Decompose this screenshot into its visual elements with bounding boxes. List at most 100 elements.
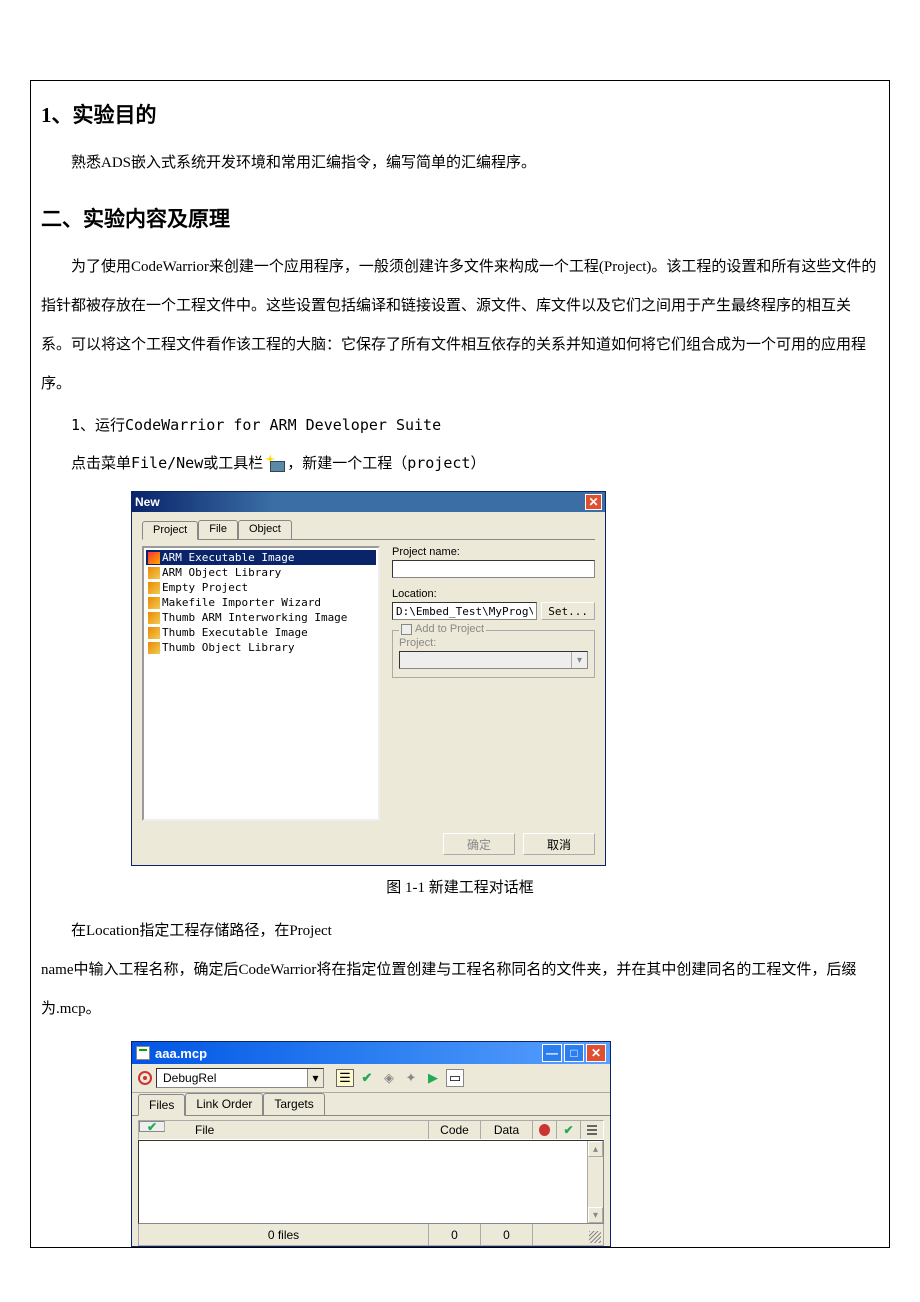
chevron-down-icon: ▾ [571,652,587,668]
status-file-count: 0 files [139,1224,429,1245]
dialog-title: New [135,495,160,509]
touch-icon: ✔ [563,1123,573,1137]
list-item-label: ARM Object Library [162,566,281,579]
list-item[interactable]: Thumb ARM Interworking Image [146,610,376,625]
set-button[interactable]: Set... [541,602,595,620]
project-window: aaa.mcp — □ ✕ DebugRel ▾ ☰ ✔ ◈ ✦ ▶ [131,1041,611,1247]
header-code[interactable]: Code [429,1121,481,1139]
template-icon [148,567,160,579]
maximize-icon[interactable]: □ [564,1044,584,1062]
tab-project[interactable]: Project [142,521,198,540]
minimize-icon[interactable]: — [542,1044,562,1062]
scroll-down-icon[interactable]: ▾ [588,1207,603,1223]
list-item[interactable]: Thumb Executable Image [146,625,376,640]
target-select[interactable]: DebugRel ▾ [156,1068,324,1088]
heading-content: 二、实验内容及原理 [41,203,879,233]
menu-icon [587,1125,597,1135]
new-dialog: New ✕ Project File Object ARM Executable… [131,491,606,866]
project-name-input[interactable] [392,560,595,578]
list-item[interactable]: ARM Object Library [146,565,376,580]
document-page: 1、实验目的 熟悉ADS嵌入式系统开发环境和常用汇编指令，编写简单的汇编程序。 … [30,80,890,1248]
status-data-size: 0 [481,1224,533,1245]
project-window-title: aaa.mcp [155,1046,207,1061]
status-bar: 0 files 0 0 [138,1224,604,1246]
template-icon [148,552,160,564]
dialog-body: Project File Object ARM Executable Image… [132,512,605,865]
list-item[interactable]: Makefile Importer Wizard [146,595,376,610]
check-syntax-icon[interactable]: ✔ [358,1069,376,1087]
build-icon[interactable]: ◈ [380,1069,398,1087]
close-icon[interactable]: ✕ [585,494,602,510]
step1-text-a: 点击菜单File/New或工具栏 [71,445,263,481]
add-to-project-checkbox [401,624,412,635]
heading-purpose: 1、实验目的 [41,99,879,129]
header-menu[interactable] [581,1121,603,1139]
status-code-size: 0 [429,1224,481,1245]
tab-files[interactable]: Files [138,1094,185,1116]
header-checkmark[interactable]: ✔ [139,1121,165,1132]
list-item-label: Thumb Executable Image [162,626,308,639]
project-select-combo: ▾ [399,651,588,669]
scrollbar[interactable]: ▴ ▾ [587,1141,603,1223]
figure-caption-1-1: 图 1-1 新建工程对话框 [41,876,879,897]
new-file-icon [265,454,285,472]
list-item-label: Makefile Importer Wizard [162,596,321,609]
step1-text-b: ，新建一个工程（project） [287,445,485,481]
header-data[interactable]: Data [481,1121,533,1139]
header-touch[interactable]: ✔ [557,1121,581,1139]
location-instruction-b: name中输入工程名称，确定后CodeWarrior将在指定位置创建与工程名称同… [41,951,879,1029]
project-name-label: Project name: [392,546,595,558]
tab-link-order[interactable]: Link Order [185,1093,263,1115]
dialog-tabs: Project File Object [142,520,595,540]
project-toolbar: DebugRel ▾ ☰ ✔ ◈ ✦ ▶ ▭ [132,1064,610,1093]
template-icon [148,642,160,654]
list-item-label: Thumb ARM Interworking Image [162,611,347,624]
dialog-titlebar[interactable]: New ✕ [132,492,605,512]
template-icon [148,582,160,594]
run-icon[interactable]: ▶ [424,1069,442,1087]
header-file[interactable]: File [165,1121,429,1139]
list-item-label: Empty Project [162,581,248,594]
file-list-header: ✔ File Code Data ✔ [138,1120,604,1140]
cancel-button[interactable]: 取消 [523,833,595,855]
tab-file[interactable]: File [198,520,238,539]
project-inspector-icon[interactable]: ▭ [446,1069,464,1087]
target-selected-value: DebugRel [163,1071,216,1085]
make-icon[interactable]: ✦ [402,1069,420,1087]
add-to-project-group: Add to Project Project: ▾ [392,630,595,678]
ok-button[interactable]: 确定 [443,833,515,855]
list-item-label: ARM Executable Image [162,551,294,564]
list-item[interactable]: Thumb Object Library [146,640,376,655]
bug-icon [539,1124,550,1136]
tab-targets[interactable]: Targets [263,1093,324,1115]
dialog-right-column: Project name: Location: Set... Add to Pr… [392,546,595,821]
project-titlebar[interactable]: aaa.mcp — □ ✕ [132,1042,610,1064]
template-icon [148,627,160,639]
project-file-icon [136,1046,150,1060]
add-to-project-title: Add to Project [399,623,486,635]
project-tabs: Files Link Order Targets [132,1093,610,1116]
resize-grip-icon[interactable] [589,1231,601,1243]
tab-panel-project: ARM Executable Image ARM Object Library … [142,540,595,821]
purpose-text: 熟悉ADS嵌入式系统开发环境和常用汇编指令，编写简单的汇编程序。 [41,144,879,183]
content-text: 为了使用CodeWarrior来创建一个应用程序，一般须创建许多文件来构成一个工… [41,248,879,404]
project-body: DebugRel ▾ ☰ ✔ ◈ ✦ ▶ ▭ Files Link Order … [132,1064,610,1246]
close-icon[interactable]: ✕ [586,1044,606,1062]
template-icon [148,612,160,624]
header-debug[interactable] [533,1121,557,1139]
file-list[interactable]: ▴ ▾ [138,1140,604,1224]
list-item[interactable]: Empty Project [146,580,376,595]
location-label: Location: [392,588,595,600]
chevron-down-icon[interactable]: ▾ [307,1069,323,1087]
settings-icon[interactable]: ☰ [336,1069,354,1087]
target-icon [138,1071,152,1085]
subheading-step1: 1、运行CodeWarrior for ARM Developer Suite [71,414,879,435]
scroll-up-icon[interactable]: ▴ [588,1141,603,1157]
tab-object[interactable]: Object [238,520,292,539]
location-input[interactable] [392,602,537,620]
template-listbox[interactable]: ARM Executable Image ARM Object Library … [142,546,380,821]
list-item-label: Thumb Object Library [162,641,294,654]
template-icon [148,597,160,609]
add-to-project-label: Add to Project [415,623,484,635]
list-item[interactable]: ARM Executable Image [146,550,376,565]
